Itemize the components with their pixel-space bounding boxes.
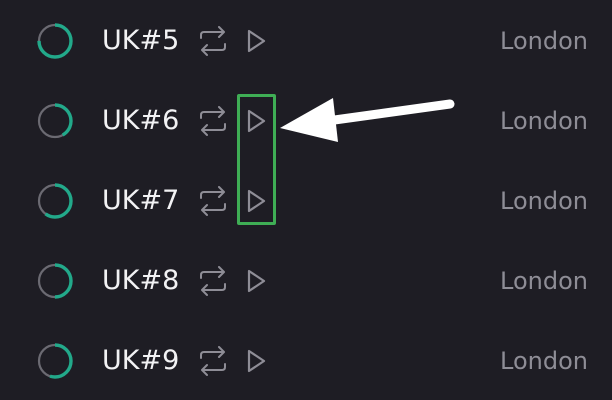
server-location: London [500, 267, 588, 295]
connect-play-icon[interactable] [244, 346, 268, 376]
server-name: UK#9 [102, 345, 180, 376]
server-name: UK#6 [102, 105, 180, 136]
connect-play-icon[interactable] [244, 26, 268, 56]
server-load-icon [37, 23, 73, 59]
server-location: London [500, 27, 588, 55]
server-load-icon [37, 183, 73, 219]
reconnect-icon[interactable] [197, 26, 229, 56]
server-name: UK#5 [102, 25, 180, 56]
server-row[interactable]: UK#5 London [0, 0, 612, 80]
reconnect-icon[interactable] [197, 186, 229, 216]
reconnect-icon[interactable] [197, 266, 229, 296]
server-location: London [500, 187, 588, 215]
server-load-icon [37, 263, 73, 299]
server-name: UK#7 [102, 185, 180, 216]
server-load-icon [37, 343, 73, 379]
server-load-icon [37, 103, 73, 139]
server-row[interactable]: UK#8 London [0, 240, 612, 320]
server-row[interactable]: UK#7 London [0, 160, 612, 240]
annotation-arrow-icon [280, 98, 455, 142]
reconnect-icon[interactable] [197, 346, 229, 376]
reconnect-icon[interactable] [197, 106, 229, 136]
connect-play-icon[interactable] [244, 266, 268, 296]
server-name: UK#8 [102, 265, 180, 296]
server-location: London [500, 107, 588, 135]
server-location: London [500, 347, 588, 375]
server-row[interactable]: UK#9 London [0, 320, 612, 400]
